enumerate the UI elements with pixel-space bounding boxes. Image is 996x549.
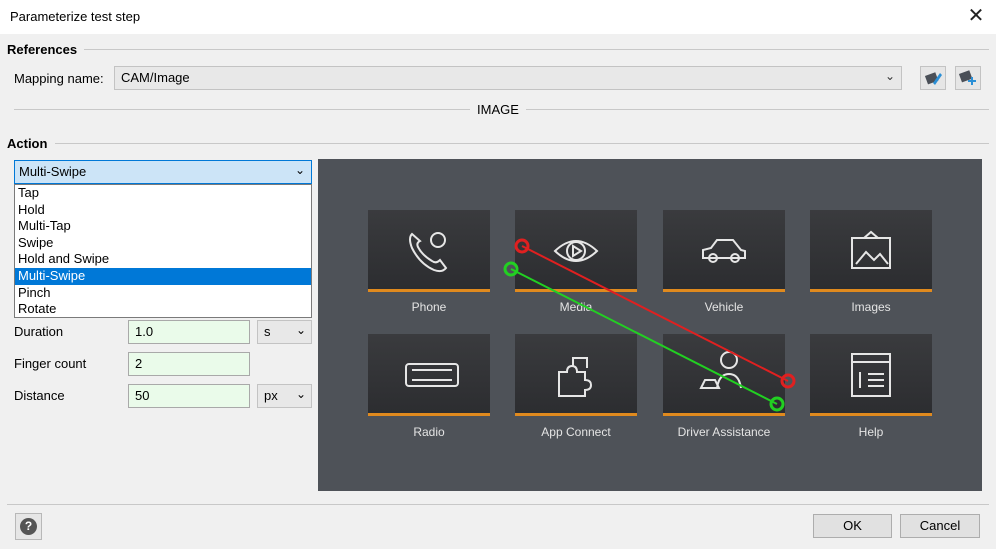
chevron-down-icon: ⌄	[295, 387, 306, 401]
duration-unit-select[interactable]: s ⌄	[257, 320, 312, 344]
distance-unit-select[interactable]: px ⌄	[257, 384, 312, 408]
ok-button[interactable]: OK	[813, 514, 892, 538]
image-divider-label: IMAGE	[470, 102, 526, 117]
action-option-swipe[interactable]: Swipe	[15, 235, 311, 252]
action-option-multi-swipe[interactable]: Multi-Swipe	[15, 267, 311, 285]
action-select[interactable]: Multi-Swipe ⌄	[14, 160, 312, 184]
references-heading: References	[7, 42, 78, 57]
references-divider	[84, 49, 989, 50]
action-option-multi-tap[interactable]: Multi-Tap	[15, 218, 311, 235]
chevron-down-icon: ⌄	[295, 323, 306, 337]
distance-unit-value: px	[264, 388, 278, 403]
swipe-paths-overlay[interactable]	[318, 159, 982, 491]
chevron-down-icon: ⌄	[884, 69, 895, 83]
title-bar: Parameterize test step ✕	[0, 0, 996, 34]
duration-label: Duration	[14, 324, 64, 339]
action-dropdown-list: Tap Hold Multi-Tap Swipe Hold and Swipe Multi…	[14, 184, 312, 318]
distance-label: Distance	[14, 388, 65, 403]
mapping-name-label: Mapping name:	[14, 71, 104, 86]
action-heading: Action	[7, 136, 48, 151]
cancel-button[interactable]: Cancel	[900, 514, 980, 538]
action-option-hold-and-swipe[interactable]: Hold and Swipe	[15, 251, 311, 268]
edit-mapping-icon	[924, 72, 942, 85]
finger-count-label: Finger count	[14, 356, 87, 371]
swipe-path-1	[521, 245, 789, 382]
window-title: Parameterize test step	[10, 9, 141, 24]
action-option-tap[interactable]: Tap	[15, 185, 311, 202]
duration-unit-value: s	[264, 324, 271, 339]
help-button[interactable]: ?	[15, 513, 42, 540]
chevron-down-icon: ⌄	[294, 163, 305, 177]
duration-field[interactable]: 1.0	[128, 320, 250, 344]
finger-count-field[interactable]: 2	[128, 352, 250, 376]
add-mapping-button[interactable]	[955, 66, 981, 90]
mapping-name-value: CAM/Image	[121, 70, 190, 85]
action-option-hold[interactable]: Hold	[15, 202, 311, 219]
action-divider	[55, 143, 989, 144]
dialog-content: References Mapping name: CAM/Image ⌄ IMA…	[0, 34, 996, 549]
edit-mapping-button[interactable]	[920, 66, 946, 90]
close-icon[interactable]: ✕	[966, 6, 986, 26]
mapping-name-select[interactable]: CAM/Image ⌄	[114, 66, 902, 90]
distance-field[interactable]: 50	[128, 384, 250, 408]
action-option-pinch[interactable]: Pinch	[15, 285, 311, 302]
footer-divider	[7, 504, 989, 505]
help-icon: ?	[20, 518, 37, 535]
action-selected-value: Multi-Swipe	[19, 164, 87, 179]
action-option-rotate[interactable]: Rotate	[15, 301, 311, 318]
add-mapping-icon	[958, 70, 976, 85]
swipe-path-2	[510, 268, 778, 405]
